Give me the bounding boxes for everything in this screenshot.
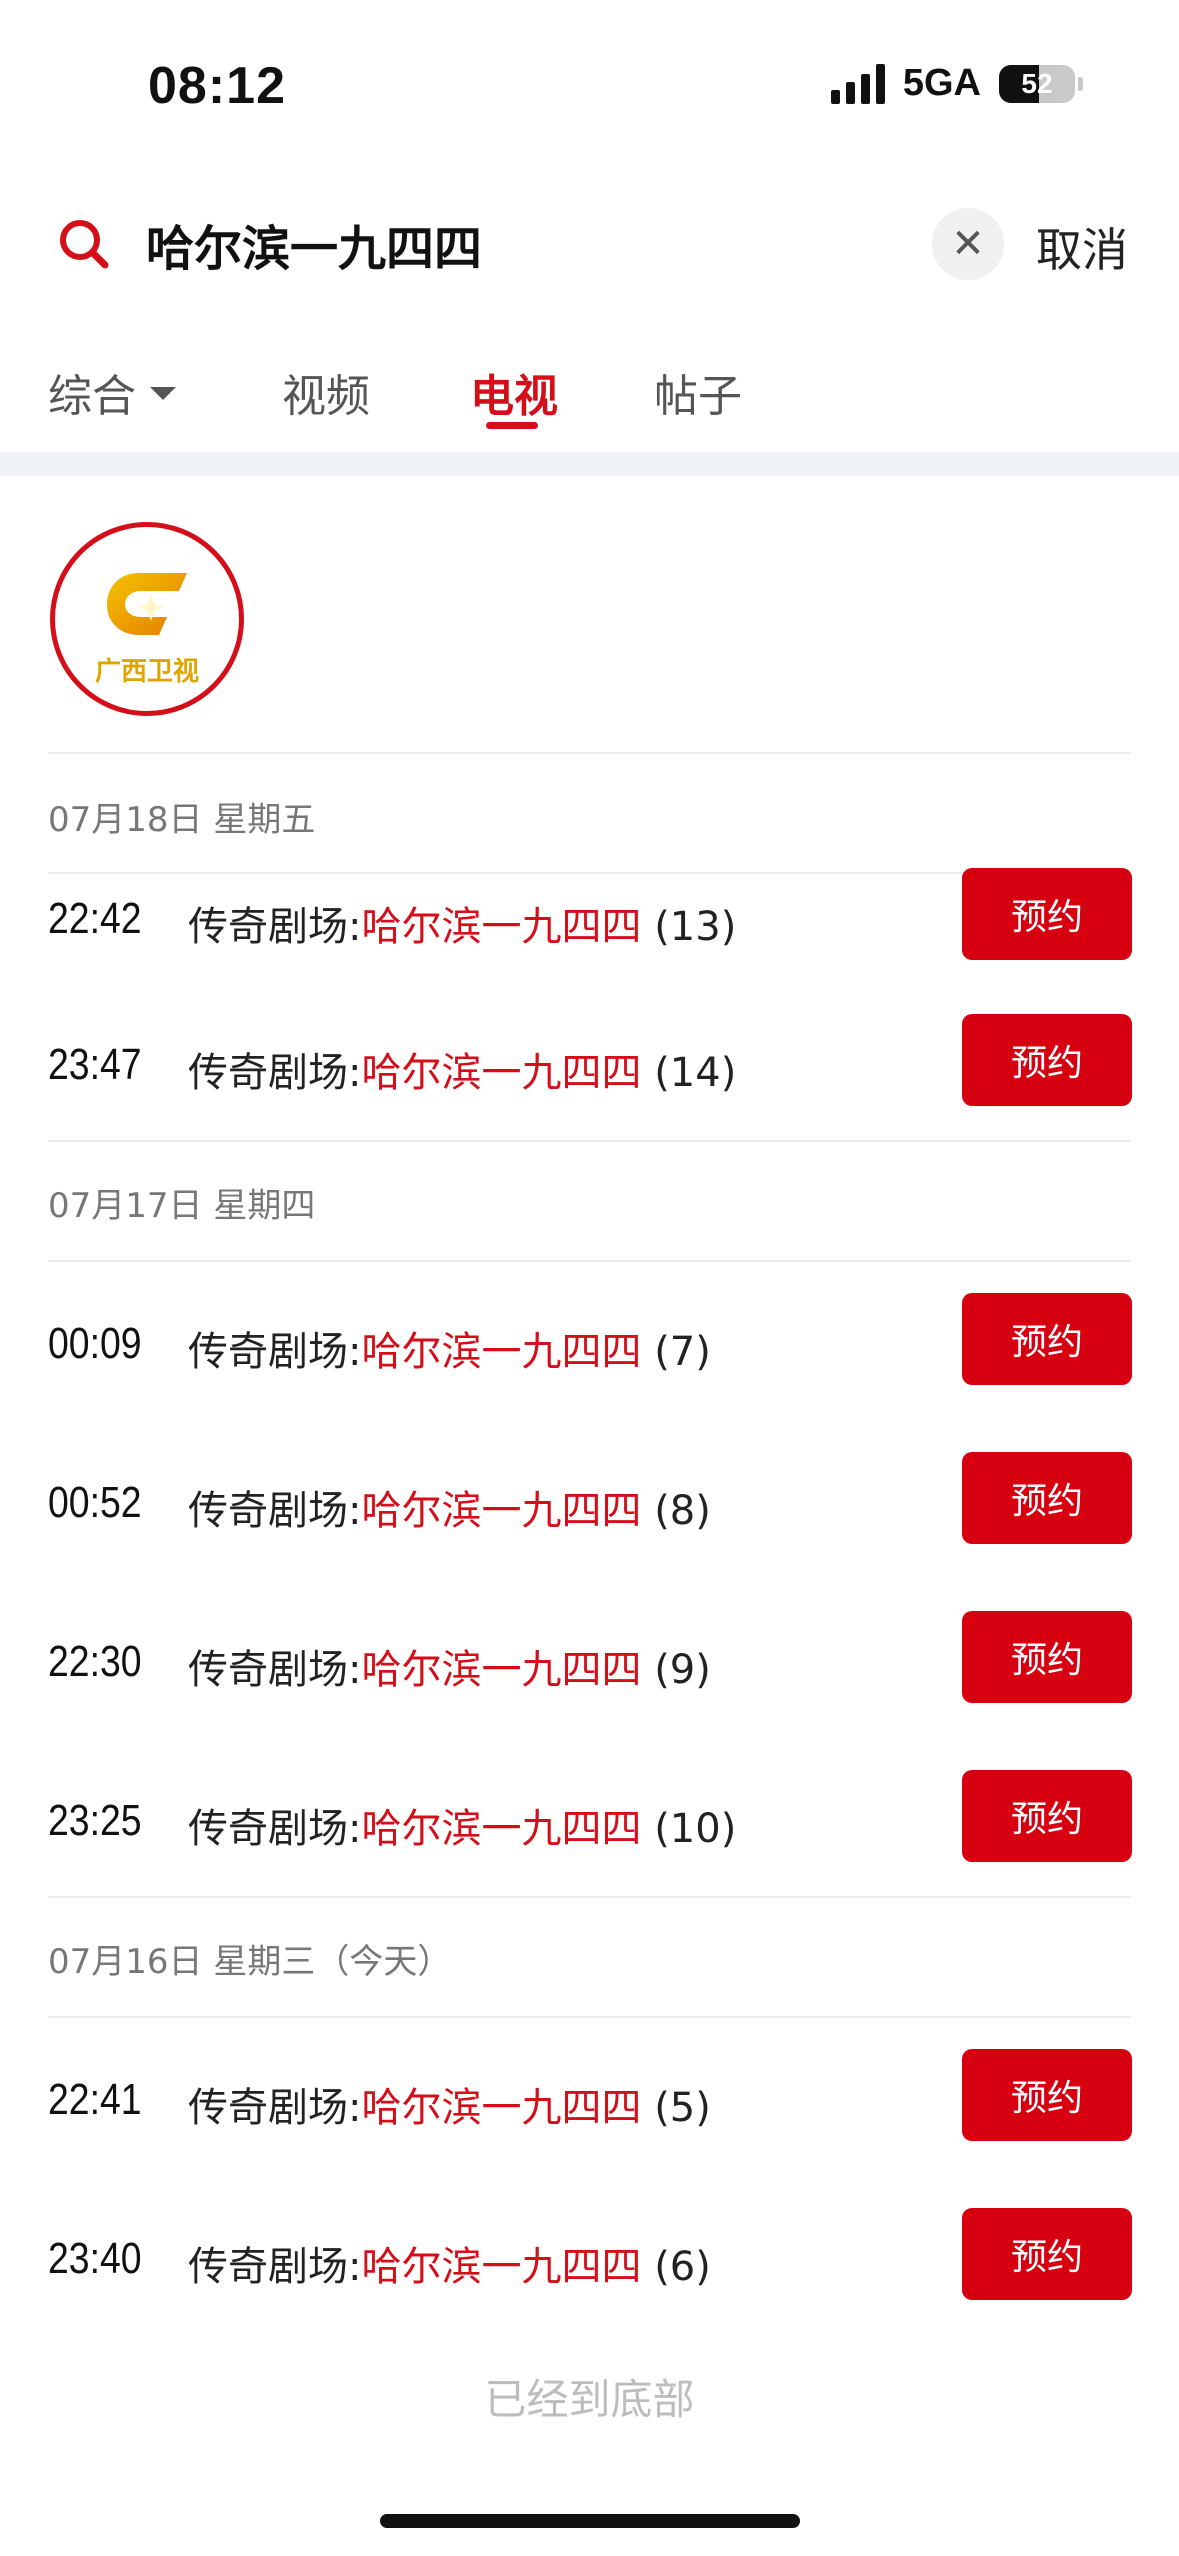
network-type: 5GA — [902, 62, 981, 104]
status-bar: 08:12 5GA 52 — [0, 0, 1179, 160]
tab-label: 帖子 — [654, 371, 742, 422]
tab-posts[interactable]: 帖子 — [654, 360, 742, 424]
program-episode: (9) — [654, 1647, 711, 1693]
program-prefix: 传奇剧场: — [188, 904, 362, 950]
home-indicator[interactable] — [380, 2514, 800, 2528]
program-prefix: 传奇剧场: — [188, 1050, 362, 1096]
date-header: 07月17日 星期四 — [48, 1186, 316, 1226]
reserve-button[interactable]: 预约 — [962, 2208, 1132, 2300]
reserve-button[interactable]: 预约 — [962, 1770, 1132, 1862]
program-episode: (13) — [654, 904, 737, 950]
reserve-button[interactable]: 预约 — [962, 2049, 1132, 2141]
program-time: 23:40 — [48, 2234, 142, 2283]
channel-logo-mark-icon — [107, 573, 187, 635]
program-highlight: 哈尔滨一九四四 — [361, 2085, 642, 2131]
program-title: 传奇剧场:哈尔滨一九四四 (8) — [188, 1478, 711, 1536]
program-highlight: 哈尔滨一九四四 — [361, 1329, 642, 1375]
status-indicators: 5GA 52 — [830, 62, 1083, 105]
caret-down-icon — [150, 386, 176, 400]
result-tabs: 综合 视频 电视 帖子 — [0, 350, 1179, 450]
program-episode: (6) — [654, 2244, 711, 2290]
program-highlight: 哈尔滨一九四四 — [361, 1806, 642, 1852]
tab-label: 电视 — [470, 371, 558, 422]
divider — [48, 2016, 1131, 2018]
end-of-list-text: 已经到底部 — [484, 2375, 695, 2424]
tab-comprehensive[interactable]: 综合 — [48, 360, 176, 424]
schedule-row: 00:09 传奇剧场:哈尔滨一九四四 (7) 预约 — [0, 1293, 1179, 1393]
program-title: 传奇剧场:哈尔滨一九四四 (13) — [188, 894, 736, 952]
schedule-row: 22:30 传奇剧场:哈尔滨一九四四 (9) 预约 — [0, 1611, 1179, 1711]
schedule-row: 23:47 传奇剧场:哈尔滨一九四四 (14) 预约 — [0, 1014, 1179, 1114]
reserve-button[interactable]: 预约 — [962, 868, 1132, 960]
program-title: 传奇剧场:哈尔滨一九四四 (14) — [188, 1040, 736, 1098]
program-highlight: 哈尔滨一九四四 — [361, 904, 642, 950]
program-highlight: 哈尔滨一九四四 — [361, 1488, 642, 1534]
program-prefix: 传奇剧场: — [188, 1806, 362, 1852]
battery-tip — [1078, 76, 1083, 91]
search-input[interactable] — [146, 208, 886, 280]
schedule-row: 00:52 传奇剧场:哈尔滨一九四四 (8) 预约 — [0, 1452, 1179, 1552]
schedule-row: 23:25 传奇剧场:哈尔滨一九四四 (10) 预约 — [0, 1770, 1179, 1870]
program-highlight: 哈尔滨一九四四 — [361, 1050, 642, 1096]
program-title: 传奇剧场:哈尔滨一九四四 (5) — [188, 2075, 711, 2133]
divider — [48, 752, 1131, 754]
reserve-button[interactable]: 预约 — [962, 1611, 1132, 1703]
program-title: 传奇剧场:哈尔滨一九四四 (9) — [188, 1637, 711, 1695]
schedule-row: 23:40 传奇剧场:哈尔滨一九四四 (6) 预约 — [0, 2208, 1179, 2308]
program-title: 传奇剧场:哈尔滨一九四四 (6) — [188, 2234, 711, 2292]
divider — [48, 1896, 1131, 1898]
channel-logo-text: 广西卫视 — [94, 657, 199, 687]
status-time: 08:12 — [148, 57, 286, 115]
program-prefix: 传奇剧场: — [188, 2085, 362, 2131]
program-episode: (7) — [654, 1329, 711, 1375]
program-episode: (10) — [654, 1806, 737, 1852]
search-bar: ✕ 取消 — [0, 190, 1179, 300]
reserve-button[interactable]: 预约 — [962, 1293, 1132, 1385]
divider — [48, 1140, 1131, 1142]
program-title: 传奇剧场:哈尔滨一九四四 (7) — [188, 1319, 711, 1377]
program-prefix: 传奇剧场: — [188, 1488, 362, 1534]
cancel-button[interactable]: 取消 — [1036, 214, 1128, 280]
clear-search-button[interactable]: ✕ — [932, 208, 1004, 280]
channel-logo[interactable]: 广西卫视 — [50, 522, 244, 716]
date-header: 07月16日 星期三（今天） — [48, 1942, 452, 1982]
schedule-row: 22:42 传奇剧场:哈尔滨一九四四 (13) 预约 — [0, 868, 1179, 968]
program-time: 00:09 — [48, 1319, 142, 1368]
date-header: 07月18日 星期五 — [48, 800, 316, 840]
divider — [48, 1260, 1131, 1262]
active-tab-indicator — [486, 422, 538, 429]
reserve-button[interactable]: 预约 — [962, 1014, 1132, 1106]
program-prefix: 传奇剧场: — [188, 1329, 362, 1375]
tab-tv[interactable]: 电视 — [470, 360, 558, 424]
program-prefix: 传奇剧场: — [188, 2244, 362, 2290]
battery-icon: 52 — [999, 64, 1075, 103]
program-highlight: 哈尔滨一九四四 — [361, 2244, 642, 2290]
tab-video[interactable]: 视频 — [282, 360, 370, 424]
program-title: 传奇剧场:哈尔滨一九四四 (10) — [188, 1796, 736, 1854]
program-time: 00:52 — [48, 1478, 142, 1527]
program-time: 22:30 — [48, 1637, 142, 1686]
tab-label: 视频 — [282, 371, 370, 422]
close-icon: ✕ — [951, 221, 985, 267]
battery-level: 52 — [1021, 67, 1053, 99]
program-time: 22:42 — [48, 894, 142, 943]
search-icon[interactable] — [56, 216, 112, 272]
reserve-button[interactable]: 预约 — [962, 1452, 1132, 1544]
program-time: 23:47 — [48, 1040, 142, 1089]
program-episode: (14) — [654, 1050, 737, 1096]
program-prefix: 传奇剧场: — [188, 1647, 362, 1693]
program-episode: (8) — [654, 1488, 711, 1534]
program-time: 23:25 — [48, 1796, 142, 1845]
program-time: 22:41 — [48, 2075, 142, 2124]
program-highlight: 哈尔滨一九四四 — [361, 1647, 642, 1693]
program-episode: (5) — [654, 2085, 711, 2131]
section-divider — [0, 452, 1179, 476]
tab-label: 综合 — [48, 371, 136, 422]
schedule-row: 22:41 传奇剧场:哈尔滨一九四四 (5) 预约 — [0, 2049, 1179, 2149]
signal-icon — [830, 63, 885, 104]
